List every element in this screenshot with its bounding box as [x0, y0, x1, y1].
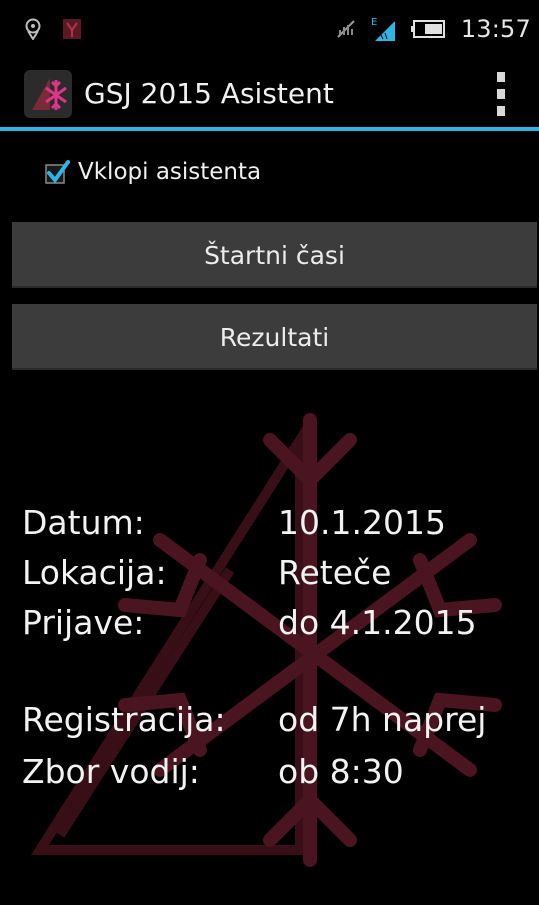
results-button[interactable]: Rezultati	[12, 304, 537, 370]
app-screen: E 13:57 GSJ 2015 Asistent Vklopi asisten…	[0, 0, 539, 905]
info-label: Zbor vodij:	[22, 752, 200, 791]
svg-text:E: E	[371, 17, 377, 28]
start-times-button[interactable]: Štartni časi	[12, 222, 537, 288]
info-label: Lokacija:	[22, 553, 167, 592]
location-icon	[25, 18, 41, 40]
status-bar: E 13:57	[0, 0, 539, 58]
background-logo-watermark	[30, 413, 502, 867]
app-title: GSJ 2015 Asistent	[84, 77, 334, 110]
info-value: do 4.1.2015	[278, 603, 477, 642]
app-notification-icon	[63, 19, 81, 39]
info-label: Datum:	[22, 503, 145, 542]
info-label: Prijave:	[22, 603, 145, 642]
battery-icon	[410, 20, 445, 38]
app-logo-icon	[24, 70, 72, 118]
action-bar-divider	[0, 127, 539, 131]
overflow-menu-icon[interactable]	[489, 72, 513, 116]
network-e-icon: E	[371, 17, 395, 41]
info-value: 10.1.2015	[278, 503, 446, 542]
checkbox-checked-icon[interactable]	[44, 159, 70, 185]
clock: 13:57	[460, 15, 531, 43]
assistant-toggle[interactable]: Vklopi asistenta	[44, 150, 261, 194]
info-value: ob 8:30	[278, 752, 404, 791]
info-label: Registracija:	[22, 700, 226, 739]
info-value: Reteče	[278, 553, 392, 592]
no-signal-icon	[337, 20, 355, 38]
action-bar: GSJ 2015 Asistent	[0, 58, 539, 128]
assistant-toggle-label: Vklopi asistenta	[78, 159, 262, 185]
info-value: od 7h naprej	[278, 700, 487, 739]
status-icons: E 13:57	[335, 14, 531, 44]
